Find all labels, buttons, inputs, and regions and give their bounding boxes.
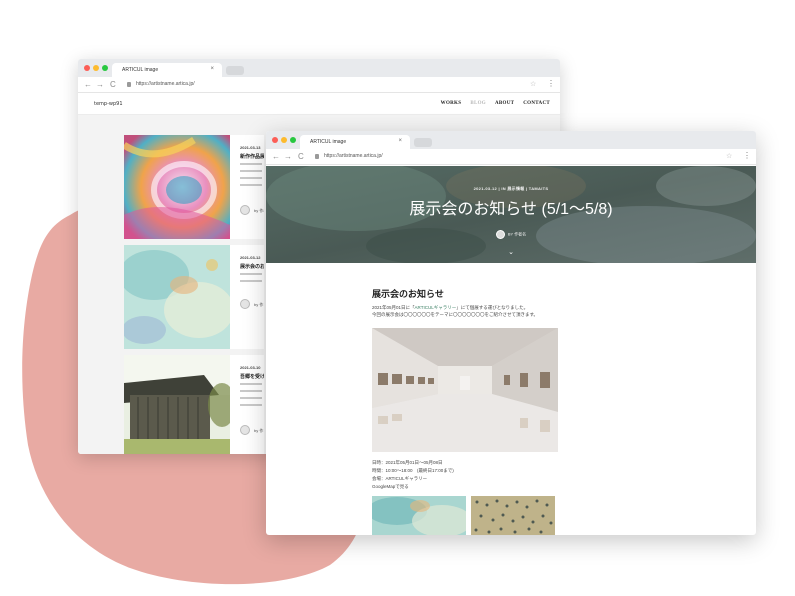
url-text[interactable]: https://artistname.artica.jp/ (136, 81, 195, 87)
tab-title: ARTICUL image (122, 67, 159, 73)
bookmark-star-icon[interactable]: ☆ (726, 152, 732, 160)
post-content: 展示会のお知らせ 2021年05月01日に「ARTICULギャラリー」にて個展す… (372, 287, 652, 489)
browser-window-front: ARTICUL image × ← → C https://artistname… (266, 131, 756, 535)
back-arrow-icon[interactable]: ← (272, 152, 280, 162)
nav-contact[interactable]: CONTACT (523, 101, 550, 106)
address-bar: ← → C https://artistname.artica.jp/ ☆ ⋮ (266, 149, 756, 165)
author-avatar (240, 299, 250, 309)
browser-menu-icon[interactable]: ⋮ (743, 151, 751, 160)
post-card[interactable]: 2021-03-10 吾郷を受け by 作 (124, 355, 264, 454)
forward-arrow-icon[interactable]: → (96, 80, 104, 90)
post-thumbnail[interactable] (124, 245, 230, 349)
content-paragraph: 今回の展示会は〇〇〇〇〇〇をテーマに〇〇〇〇〇〇〇をご紹介させて頂きます。 (372, 312, 539, 317)
gallery-link[interactable]: ARTICULギャラリー (415, 305, 457, 310)
post-author: by 作 (254, 428, 264, 433)
reload-icon[interactable]: C (298, 152, 304, 162)
tab-title: ARTICUL image (310, 139, 347, 145)
author-avatar (240, 425, 250, 435)
gallery-photo[interactable] (372, 328, 558, 452)
post-excerpt (240, 404, 262, 406)
nav-about[interactable]: ABOUT (495, 101, 514, 106)
exhibit-time: 時間：10:00〜18:00 (最終日17:00まで) (372, 468, 454, 473)
post-excerpt (240, 177, 262, 179)
post-excerpt (240, 280, 262, 282)
exhibition-hall-image (372, 328, 558, 452)
close-dot-icon[interactable] (84, 65, 90, 71)
gallery-thumbnail[interactable] (372, 496, 466, 535)
post-title: 展示会のお知らせ (5/1〜5/8) (409, 201, 613, 218)
reload-icon[interactable]: C (110, 80, 116, 90)
post-thumbnail[interactable] (124, 135, 230, 239)
maximize-dot-icon[interactable] (102, 65, 108, 71)
post-thumbnail[interactable] (124, 355, 230, 454)
site-header: temp-wp91 WORKS BLOG ABOUT CONTACT (78, 93, 560, 115)
post-excerpt (240, 163, 262, 165)
post-card[interactable]: 2021-03-13 新作作品展 by 作者名 (124, 135, 264, 239)
close-dot-icon[interactable] (272, 137, 278, 143)
post-author: by 作者名 (254, 208, 264, 213)
post-card[interactable]: 2021-03-12 展示会のお by 作 (124, 245, 264, 349)
paragraph-text: 2021年05月01日に「 (372, 305, 415, 310)
post-date: 2021-03-13 (240, 145, 261, 150)
exhibit-date: 日時：2021年05月01日〜05月08日 (372, 460, 443, 465)
post-excerpt (240, 383, 262, 385)
post-hero: 2021-03-12 | IN 展示情報 | TAMAITS 展示会のお知らせ … (266, 166, 756, 263)
post-excerpt (240, 184, 262, 186)
post-excerpt (240, 273, 262, 275)
author-avatar (495, 230, 505, 239)
post-author-row: BY 作者名 (266, 230, 756, 239)
chevron-down-icon[interactable]: ⌄ (266, 248, 756, 256)
post-title[interactable]: 展示会のお (240, 263, 264, 270)
watercolor-image (124, 245, 230, 349)
tab-close-icon[interactable]: × (210, 66, 214, 72)
gallery-thumbnail[interactable] (471, 496, 555, 535)
googlemap-link[interactable]: GoogleMapで見る (372, 484, 409, 490)
tab-bar: ARTICUL image × (266, 131, 756, 149)
post-title[interactable]: 吾郷を受け (240, 373, 264, 380)
bookmark-star-icon[interactable]: ☆ (530, 80, 536, 88)
url-text[interactable]: https://artistname.artica.jp/ (324, 153, 383, 159)
post-date: 2021-03-10 (240, 365, 261, 370)
page-icon (127, 82, 131, 87)
nav-blog[interactable]: BLOG (470, 101, 486, 106)
author-avatar (240, 205, 250, 215)
watercolor-thumbnail-image (372, 496, 466, 535)
post-excerpt (240, 397, 262, 399)
content-heading: 展示会のお知らせ (372, 289, 444, 299)
page-icon (315, 154, 319, 159)
site-logo[interactable]: temp-wp91 (94, 101, 123, 107)
post-excerpt (240, 170, 262, 172)
new-tab-button[interactable] (414, 138, 432, 147)
post-title[interactable]: 新作作品展 (240, 153, 264, 160)
post-excerpt (240, 390, 262, 392)
maximize-dot-icon[interactable] (290, 137, 296, 143)
paragraph-text: 」にて個展する運びとなりました。 (456, 305, 529, 310)
minimize-dot-icon[interactable] (93, 65, 99, 71)
post-meta: 2021-03-12 | IN 展示情報 | TAMAITS (473, 186, 549, 191)
back-arrow-icon[interactable]: ← (84, 80, 92, 90)
post-author: by 作 (254, 302, 264, 307)
tab-close-icon[interactable]: × (398, 138, 402, 144)
forward-arrow-icon[interactable]: → (284, 152, 292, 162)
dotted-pattern-image (471, 496, 555, 535)
nav-works[interactable]: WORKS (441, 101, 462, 106)
browser-menu-icon[interactable]: ⋮ (547, 79, 555, 88)
site-nav: WORKS BLOG ABOUT CONTACT (441, 101, 550, 106)
browser-tab[interactable]: ARTICUL image × (300, 135, 410, 149)
browser-tab[interactable]: ARTICUL image × (112, 63, 222, 77)
barn-photo-image (124, 355, 230, 454)
tab-bar: ARTICUL image × (78, 59, 560, 77)
exhibit-venue: 会場：ARTICULギャラリー (372, 476, 428, 481)
post-date: 2021-03-12 (240, 255, 261, 260)
post-author[interactable]: BY 作者名 (508, 232, 526, 237)
content-paragraph: 2021年05月01日に「ARTICULギャラリー」にて個展する運びとなりました… (372, 305, 528, 311)
minimize-dot-icon[interactable] (281, 137, 287, 143)
new-tab-button[interactable] (226, 66, 244, 75)
abstract-painting-image (124, 135, 230, 239)
address-bar: ← → C https://artistname.artica.jp/ ☆ ⋮ (78, 77, 560, 93)
